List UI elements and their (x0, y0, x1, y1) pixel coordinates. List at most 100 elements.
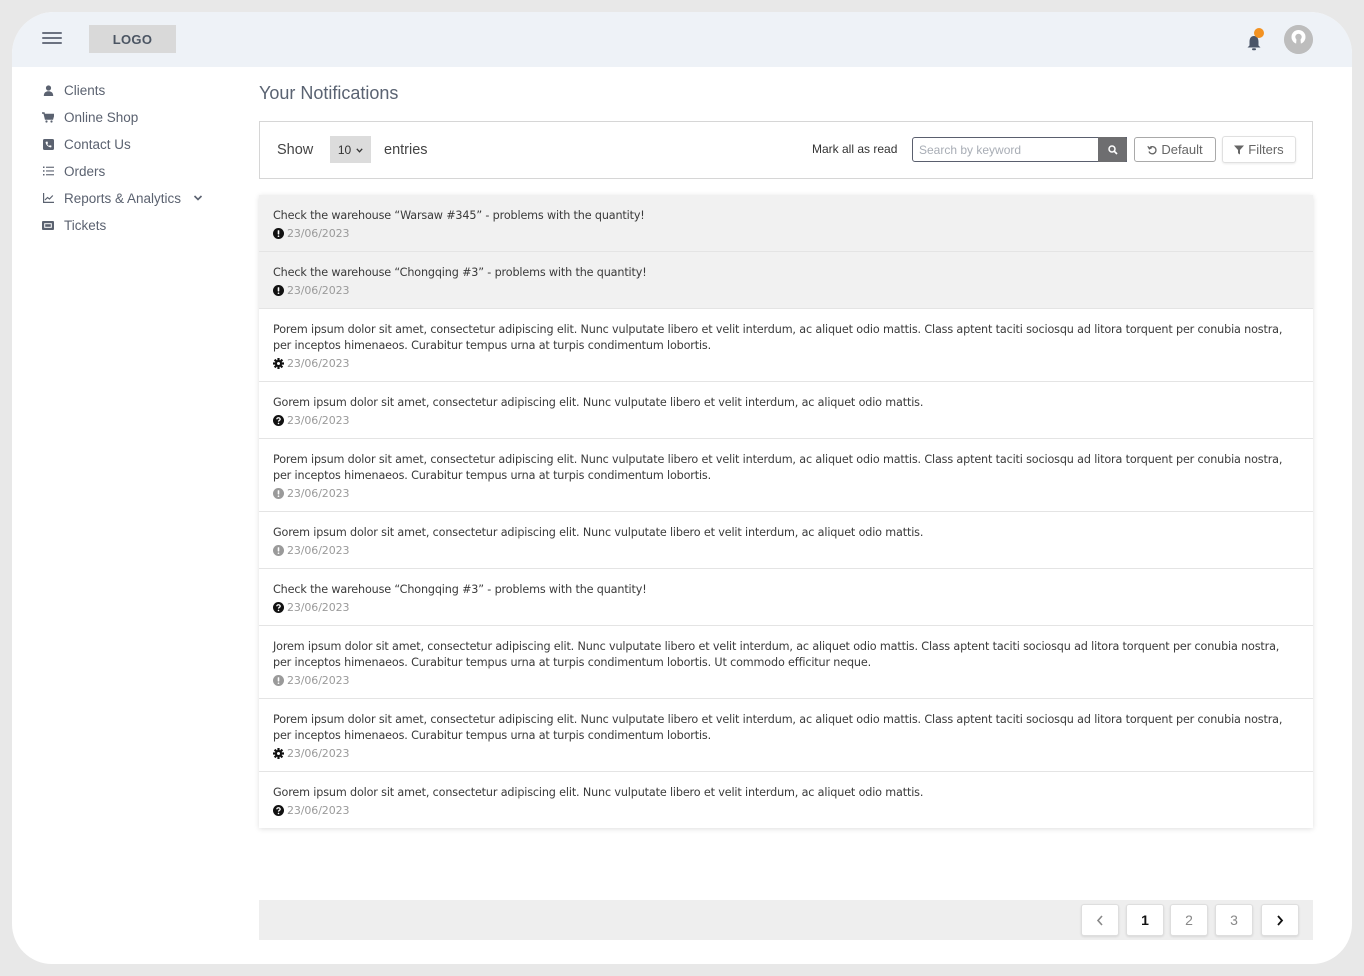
sidebar-item-online-shop[interactable]: Online Shop (42, 107, 138, 127)
notification-item[interactable]: Porem ipsum dolor sit amet, consectetur … (259, 309, 1313, 382)
notification-meta: 23/06/2023 (273, 804, 1299, 817)
notification-date: 23/06/2023 (287, 357, 350, 370)
notification-date: 23/06/2023 (287, 674, 350, 687)
sidebar-item-orders[interactable]: Orders (42, 161, 105, 181)
notification-text: Porem ipsum dolor sit amet, consectetur … (273, 323, 1283, 352)
list-icon (42, 165, 54, 177)
notification-text: Check the warehouse “Chongqing #3” - pro… (273, 266, 647, 279)
gear-icon (273, 358, 284, 369)
filters-button[interactable]: Filters (1222, 136, 1296, 163)
notification-item[interactable]: Porem ipsum dolor sit amet, consectetur … (259, 439, 1313, 512)
sidebar-item-label: Clients (64, 82, 106, 98)
sidebar-item-contact-us[interactable]: Contact Us (42, 134, 131, 154)
sidebar-item-label: Contact Us (64, 136, 131, 152)
hamburger-icon[interactable] (42, 32, 62, 46)
cart-icon (42, 111, 54, 123)
sidebar-item-label: Online Shop (64, 109, 139, 125)
exclamation-circle-icon (273, 228, 284, 239)
notification-date: 23/06/2023 (287, 544, 350, 557)
chevron-down-icon[interactable] (193, 193, 203, 203)
app-screen: LOGO Clients Online Shop Contact Us Orde… (12, 12, 1352, 964)
notification-item[interactable]: Gorem ipsum dolor sit amet, consectetur … (259, 382, 1313, 439)
notification-text: Porem ipsum dolor sit amet, consectetur … (273, 453, 1283, 482)
exclamation-circle-icon (273, 545, 284, 556)
question-circle-icon (273, 602, 284, 613)
notification-item[interactable]: Check the warehouse “Warsaw #345” - prob… (259, 195, 1313, 252)
entries-value: 10 (337, 142, 352, 157)
notification-meta: 23/06/2023 (273, 674, 1299, 687)
pagination-bar: 1 2 3 (259, 900, 1313, 940)
sidebar-item-label: Orders (64, 163, 106, 179)
notification-item[interactable]: Gorem ipsum dolor sit amet, consectetur … (259, 772, 1313, 828)
notification-text: Jorem ipsum dolor sit amet, consectetur … (273, 640, 1280, 669)
top-bar: LOGO (12, 12, 1352, 67)
logo[interactable]: LOGO (89, 25, 176, 53)
notifications-toolbar: Show 10 entries Mark all as read Default (259, 121, 1313, 179)
notification-text: Check the warehouse “Chongqing #3” - pro… (273, 583, 647, 596)
phone-icon (42, 138, 54, 150)
avatar[interactable] (1284, 25, 1313, 54)
entries-per-page-select[interactable]: 10 (330, 136, 371, 163)
notification-item[interactable]: Gorem ipsum dolor sit amet, consectetur … (259, 512, 1313, 569)
notification-date: 23/06/2023 (287, 414, 350, 427)
sidebar-item-label: Tickets (64, 217, 107, 233)
notification-item[interactable]: Check the warehouse “Chongqing #3” - pro… (259, 252, 1313, 309)
notification-date: 23/06/2023 (287, 601, 350, 614)
page-button-1[interactable]: 1 (1126, 904, 1164, 936)
notification-item[interactable]: Check the warehouse “Chongqing #3” - pro… (259, 569, 1313, 626)
prev-page-button[interactable] (1081, 904, 1119, 936)
search-input[interactable] (912, 137, 1127, 162)
mark-all-read-link[interactable]: Mark all as read (812, 142, 897, 156)
filters-button-label: Filters (1248, 142, 1284, 157)
question-circle-icon (273, 415, 284, 426)
notification-meta: 23/06/2023 (273, 544, 1299, 557)
default-button[interactable]: Default (1134, 137, 1216, 162)
entries-label: entries (384, 142, 428, 158)
user-avatar-icon (1284, 25, 1313, 54)
user-icon (42, 84, 54, 96)
notification-date: 23/06/2023 (287, 487, 350, 500)
notification-item[interactable]: Jorem ipsum dolor sit amet, consectetur … (259, 626, 1313, 699)
sidebar-item-reports-analytics[interactable]: Reports & Analytics (42, 188, 203, 208)
filter-icon (1234, 145, 1245, 155)
search-button[interactable] (1098, 137, 1127, 162)
notification-meta: 23/06/2023 (273, 487, 1299, 500)
notification-text: Gorem ipsum dolor sit amet, consectetur … (273, 396, 924, 409)
notification-item[interactable]: Porem ipsum dolor sit amet, consectetur … (259, 699, 1313, 772)
notification-text: Gorem ipsum dolor sit amet, consectetur … (273, 526, 924, 539)
search-icon (1107, 144, 1118, 155)
chevron-right-icon (1277, 914, 1284, 926)
notification-meta: 23/06/2023 (273, 227, 1299, 240)
notification-meta: 23/06/2023 (273, 357, 1299, 370)
device-frame: LOGO Clients Online Shop Contact Us Orde… (0, 0, 1364, 976)
undo-icon (1147, 145, 1157, 155)
page-button-2[interactable]: 2 (1170, 904, 1208, 936)
notification-date: 23/06/2023 (287, 284, 350, 297)
notification-date: 23/06/2023 (287, 227, 350, 240)
notification-date: 23/06/2023 (287, 747, 350, 760)
notification-meta: 23/06/2023 (273, 601, 1299, 614)
chart-line-icon (42, 192, 54, 204)
page-title: Your Notifications (259, 83, 399, 103)
sidebar-item-tickets[interactable]: Tickets (42, 215, 106, 235)
notification-date: 23/06/2023 (287, 804, 350, 817)
exclamation-circle-icon (273, 675, 284, 686)
sidebar-item-label: Reports & Analytics (64, 190, 182, 206)
next-page-button[interactable] (1261, 904, 1299, 936)
gear-icon (273, 748, 284, 759)
sidebar-item-clients[interactable]: Clients (42, 80, 105, 100)
exclamation-circle-icon (273, 488, 284, 499)
notification-meta: 23/06/2023 (273, 414, 1299, 427)
notification-text: Porem ipsum dolor sit amet, consectetur … (273, 713, 1283, 742)
page-button-3[interactable]: 3 (1215, 904, 1253, 936)
notification-badge (1254, 28, 1264, 38)
exclamation-circle-icon (273, 285, 284, 296)
question-circle-icon (273, 805, 284, 816)
ticket-icon (42, 219, 54, 231)
notification-meta: 23/06/2023 (273, 747, 1299, 760)
notification-text: Check the warehouse “Warsaw #345” - prob… (273, 209, 645, 222)
notification-text: Gorem ipsum dolor sit amet, consectetur … (273, 786, 924, 799)
chevron-left-icon (1096, 914, 1103, 926)
default-button-label: Default (1161, 142, 1203, 157)
notification-list: Check the warehouse “Warsaw #345” - prob… (259, 195, 1313, 828)
